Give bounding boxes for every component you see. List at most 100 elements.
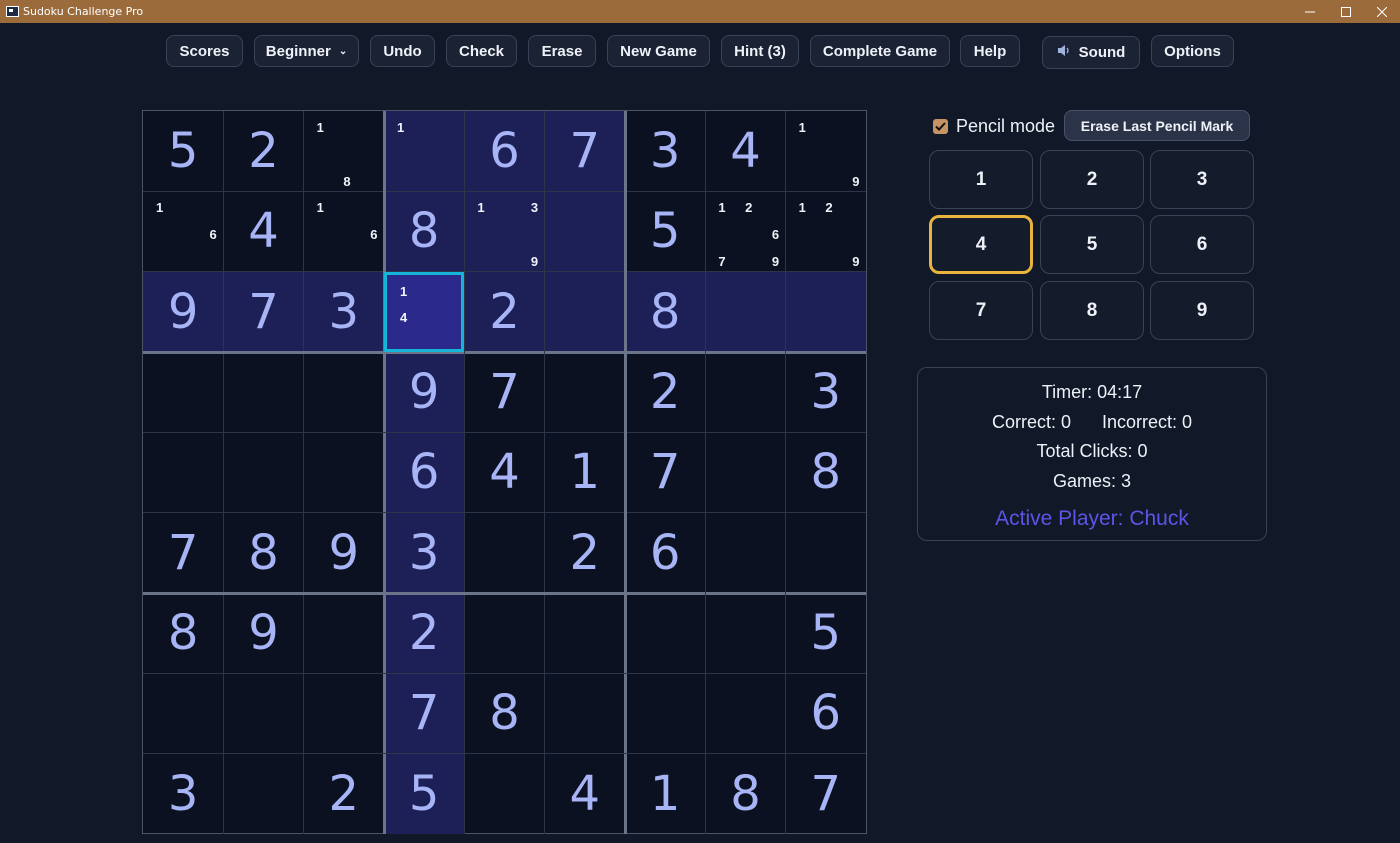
board-cell[interactable]	[464, 593, 544, 673]
numpad-1-button[interactable]: 1	[929, 150, 1033, 209]
board-cell[interactable]	[544, 271, 625, 352]
board-cell[interactable]: 6	[625, 513, 705, 593]
board-cell[interactable]	[705, 593, 785, 673]
board-cell[interactable]: 19	[786, 111, 866, 191]
board-cell[interactable]: 2	[464, 271, 545, 352]
board-cell[interactable]: 4	[545, 754, 625, 834]
board-cell[interactable]	[143, 673, 223, 753]
numpad-6-button[interactable]: 6	[1150, 215, 1254, 274]
scores-button[interactable]: Scores	[166, 35, 243, 67]
board-cell[interactable]	[705, 513, 785, 593]
board-cell[interactable]: 1 3 9	[464, 191, 545, 272]
selected-cell[interactable]: 14	[384, 271, 465, 352]
board-cell[interactable]	[544, 191, 625, 272]
board-cell[interactable]: 6	[384, 432, 465, 513]
board-cell[interactable]	[625, 673, 705, 753]
help-button[interactable]: Help	[960, 35, 1020, 67]
board-cell[interactable]: 6	[786, 673, 866, 753]
complete-game-button[interactable]: Complete Game	[810, 35, 950, 67]
board-cell[interactable]	[545, 673, 625, 753]
board-cell[interactable]: 4	[705, 111, 785, 191]
board-cell[interactable]: 2	[304, 754, 384, 834]
board-cell[interactable]	[705, 271, 786, 352]
board-cell[interactable]: 9	[223, 593, 303, 673]
board-cell[interactable]	[143, 432, 223, 512]
board-cell[interactable]: 7	[786, 754, 866, 834]
board-cell[interactable]: 7	[384, 673, 465, 754]
board-cell[interactable]	[545, 352, 625, 432]
board-cell[interactable]: 2	[625, 352, 705, 432]
new-game-button[interactable]: New Game	[607, 35, 710, 67]
board-cell[interactable]: 18	[304, 111, 384, 191]
board-cell[interactable]	[545, 593, 625, 673]
board-cell[interactable]: 2	[384, 593, 465, 674]
board-cell[interactable]: 2	[545, 513, 625, 593]
numpad-3-button[interactable]: 3	[1150, 150, 1254, 209]
board-cell[interactable]: 3	[384, 512, 465, 593]
board-cell[interactable]: 6	[464, 111, 545, 192]
sound-button[interactable]: Sound	[1042, 36, 1140, 69]
board-cell[interactable]	[223, 432, 303, 512]
board-cell[interactable]: 5	[786, 593, 866, 673]
board-cell[interactable]: 5	[384, 753, 465, 834]
board-cell[interactable]	[223, 352, 303, 432]
check-button[interactable]: Check	[446, 35, 517, 67]
board-cell[interactable]: 8	[143, 593, 223, 673]
board-cell[interactable]	[705, 432, 785, 512]
board-cell[interactable]: 7	[625, 432, 705, 512]
options-button[interactable]: Options	[1151, 35, 1234, 67]
board-cell[interactable]: 7	[143, 513, 223, 593]
board-cell[interactable]	[223, 673, 303, 753]
board-cell[interactable]: 1	[545, 432, 625, 512]
numpad-5-button[interactable]: 5	[1040, 215, 1144, 274]
board-cell[interactable]: 3	[786, 352, 866, 432]
board-cell[interactable]	[785, 271, 866, 352]
board-cell[interactable]: 5	[143, 111, 223, 191]
board-cell[interactable]	[304, 432, 384, 512]
board-cell[interactable]: 3	[143, 754, 223, 834]
undo-button[interactable]: Undo	[370, 35, 435, 67]
board-cell[interactable]: 16	[143, 191, 223, 271]
hint-button[interactable]: Hint (3)	[721, 35, 799, 67]
board-cell[interactable]: 7	[544, 111, 625, 192]
board-cell[interactable]: 1 2 9	[786, 191, 866, 271]
erase-last-pencil-mark-button[interactable]: Erase Last Pencil Mark	[1064, 110, 1250, 141]
board-cell[interactable]: 7	[223, 271, 304, 352]
board-cell[interactable]: 8	[786, 432, 866, 512]
board-cell[interactable]	[304, 593, 384, 673]
close-icon[interactable]	[1364, 0, 1400, 23]
minimize-icon[interactable]	[1292, 0, 1328, 23]
board-cell[interactable]: 9	[143, 271, 224, 352]
board-cell[interactable]	[705, 352, 785, 432]
board-cell[interactable]	[304, 352, 384, 432]
numpad-2-button[interactable]: 2	[1040, 150, 1144, 209]
board-cell[interactable]: 9	[384, 352, 465, 433]
board-cell[interactable]: 4	[464, 432, 544, 512]
board-cell[interactable]	[143, 352, 223, 432]
board-cell[interactable]: 8	[705, 754, 785, 834]
board-cell[interactable]: 9	[304, 513, 384, 593]
board-cell[interactable]: 4	[223, 191, 303, 271]
pencil-mode-toggle[interactable]: Pencil mode	[933, 110, 1055, 142]
board-cell[interactable]: 8	[625, 271, 706, 352]
board-cell[interactable]: 8	[223, 513, 303, 593]
erase-button[interactable]: Erase	[528, 35, 596, 67]
board-cell[interactable]: 8	[464, 673, 544, 753]
board-cell[interactable]: 8	[384, 191, 465, 272]
pencil-mode-checkbox[interactable]	[933, 118, 948, 134]
maximize-icon[interactable]	[1328, 0, 1364, 23]
numpad-7-button[interactable]: 7	[929, 281, 1033, 340]
board-cell[interactable]: 16	[304, 191, 384, 271]
numpad-4-button[interactable]: 4	[929, 215, 1033, 274]
board-cell[interactable]	[625, 593, 705, 673]
board-cell[interactable]	[304, 673, 384, 753]
board-cell[interactable]	[223, 754, 303, 834]
board-cell[interactable]: 7	[464, 352, 544, 432]
board-cell[interactable]: 2	[223, 111, 303, 191]
numpad-8-button[interactable]: 8	[1040, 281, 1144, 340]
board-cell[interactable]: 3	[303, 271, 384, 352]
board-cell[interactable]	[464, 754, 544, 834]
board-cell[interactable]: 1 2 6 7 9	[705, 191, 785, 271]
board-cell[interactable]: 1	[384, 111, 465, 192]
board-cell[interactable]	[786, 513, 866, 593]
